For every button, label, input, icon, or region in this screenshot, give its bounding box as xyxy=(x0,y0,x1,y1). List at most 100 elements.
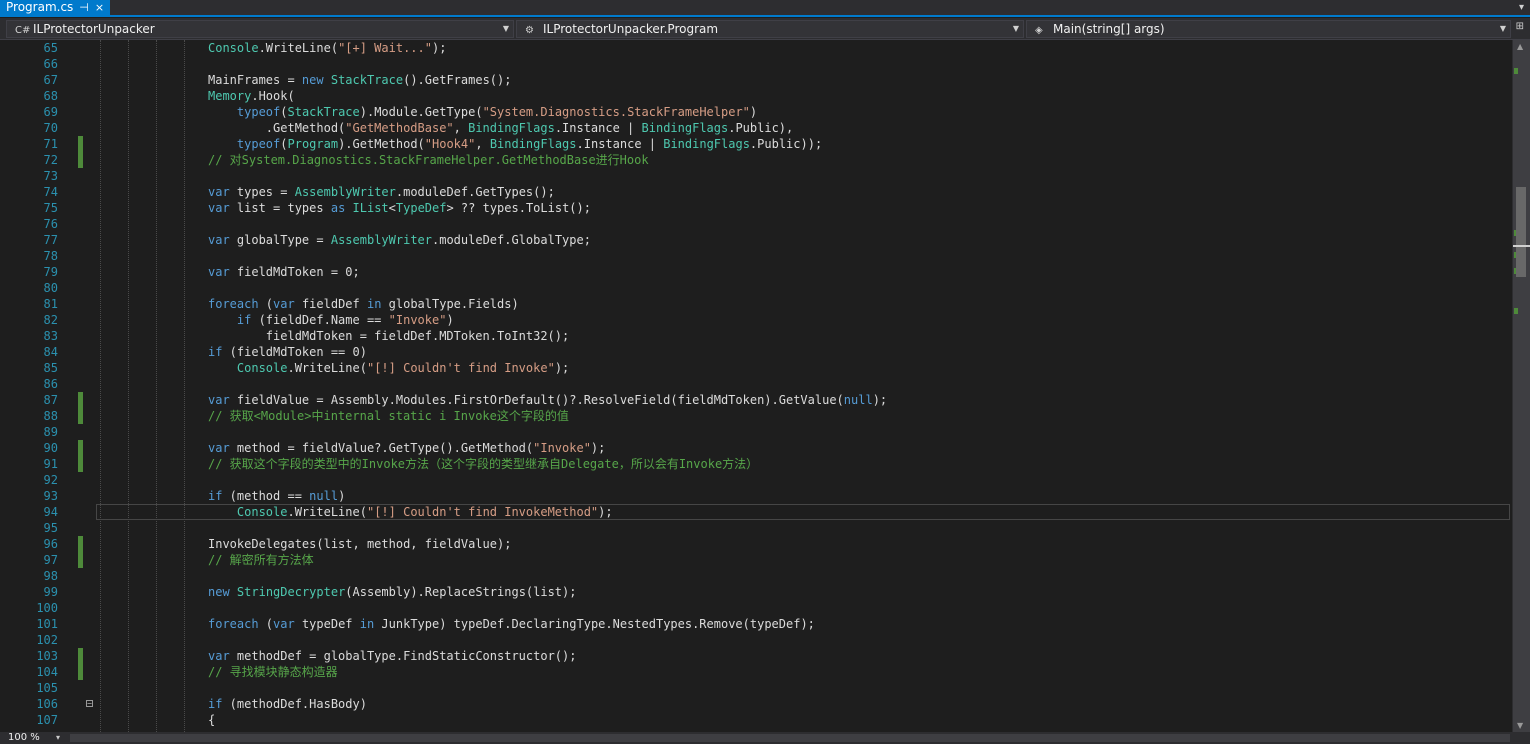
code-text: var methodDef = globalType.FindStaticCon… xyxy=(208,649,577,663)
code-line[interactable]: 90 var method = fieldValue?.GetType().Get… xyxy=(0,440,1512,456)
member-dropdown[interactable]: ◈ Main(string[] args) ▼ xyxy=(1026,20,1511,38)
line-number: 80 xyxy=(43,281,58,295)
line-number: 105 xyxy=(36,681,58,695)
class-dropdown[interactable]: ⚙ ILProtectorUnpacker.Program ▼ xyxy=(516,20,1024,38)
chevron-down-icon[interactable]: ▾ xyxy=(56,732,60,744)
tab-program-cs[interactable]: Program.cs ⊣ × xyxy=(0,0,111,15)
code-line[interactable]: 107 { xyxy=(0,712,1512,728)
code-line[interactable]: 74 var types = AssemblyWriter.moduleDef.G… xyxy=(0,184,1512,200)
scroll-thumb[interactable] xyxy=(1516,187,1526,277)
split-icon[interactable]: ⊞ xyxy=(1516,21,1524,32)
line-number: 83 xyxy=(43,329,58,343)
code-line[interactable]: 81 foreach (var fieldDef in globalType.Fi… xyxy=(0,296,1512,312)
code-line[interactable]: 76 xyxy=(0,216,1512,232)
line-number: 104 xyxy=(36,665,58,679)
code-text: var fieldValue = Assembly.Modules.FirstO… xyxy=(208,393,888,407)
code-text: .GetMethod("GetMethodBase", BindingFlags… xyxy=(208,121,794,135)
code-line[interactable]: 92 xyxy=(0,472,1512,488)
code-text: { xyxy=(208,713,216,727)
code-text: typeof(StackTrace).Module.GetType("Syste… xyxy=(236,105,758,119)
code-line[interactable]: 69 typeof(StackTrace).Module.GetType("Sy… xyxy=(0,104,1512,120)
code-line[interactable]: 106 − if (methodDef.HasBody) xyxy=(0,696,1512,712)
code-line[interactable]: 100 xyxy=(0,600,1512,616)
code-line[interactable]: 75 var list = types as IList<TypeDef> ?? … xyxy=(0,200,1512,216)
code-editor[interactable]: 65 Console.WriteLine("[+] Wait..."); 66 67 M… xyxy=(0,40,1512,732)
code-line[interactable]: 66 xyxy=(0,56,1512,72)
code-line[interactable]: 87 var fieldValue = Assembly.Modules.Firs… xyxy=(0,392,1512,408)
code-line[interactable]: 88 // 获取<Module>中internal static i Invoke… xyxy=(0,408,1512,424)
line-number: 81 xyxy=(43,297,58,311)
zoom-level[interactable]: 100 % xyxy=(8,732,40,744)
line-number: 73 xyxy=(43,169,58,183)
code-text: var fieldMdToken = 0; xyxy=(208,265,360,279)
code-text: Memory.Hook( xyxy=(208,89,295,103)
code-line[interactable]: 72 // 对System.Diagnostics.StackFrameHelpe… xyxy=(0,152,1512,168)
code-text: // 获取这个字段的类型中的Invoke方法（这个字段的类型继承自Delegat… xyxy=(208,457,759,471)
line-number: 82 xyxy=(43,313,58,327)
code-line[interactable]: 105 xyxy=(0,680,1512,696)
code-line[interactable]: 104 // 寻找模块静态构造器 xyxy=(0,664,1512,680)
code-line[interactable]: 91 // 获取这个字段的类型中的Invoke方法（这个字段的类型继承自Deleg… xyxy=(0,456,1512,472)
code-line[interactable]: 103 var methodDef = globalType.FindStatic… xyxy=(0,648,1512,664)
code-line[interactable]: 83 fieldMdToken = fieldDef.MDToken.ToInt… xyxy=(0,328,1512,344)
scroll-up-icon[interactable]: ▲ xyxy=(1517,42,1523,51)
vertical-scrollbar[interactable]: ▲ ▼ xyxy=(1512,40,1530,732)
member-label: Main(string[] args) xyxy=(1053,22,1165,36)
code-line[interactable]: 86 xyxy=(0,376,1512,392)
code-line[interactable]: 85 Console.WriteLine("[!] Couldn't find … xyxy=(0,360,1512,376)
close-icon[interactable]: × xyxy=(95,0,104,15)
line-number: 65 xyxy=(43,41,58,55)
line-number: 92 xyxy=(43,473,58,487)
code-text: foreach (var fieldDef in globalType.Fiel… xyxy=(208,297,519,311)
line-number: 96 xyxy=(43,537,58,551)
code-text: if (methodDef.HasBody) xyxy=(208,697,367,711)
code-line[interactable]: 96 InvokeDelegates(list, method, fieldVal… xyxy=(0,536,1512,552)
change-indicator xyxy=(78,536,83,552)
code-text: // 对System.Diagnostics.StackFrameHelper.… xyxy=(208,153,649,167)
chevron-down-icon: ▼ xyxy=(1012,24,1019,33)
project-dropdown[interactable]: C# ILProtectorUnpacker ▼ xyxy=(6,20,514,38)
chevron-down-icon[interactable]: ▾ xyxy=(1519,0,1524,15)
code-line[interactable]: 97 // 解密所有方法体 xyxy=(0,552,1512,568)
class-icon: ⚙ xyxy=(525,25,534,36)
code-line[interactable]: 77 var globalType = AssemblyWriter.module… xyxy=(0,232,1512,248)
code-line[interactable]: 94 Console.WriteLine("[!] Couldn't find … xyxy=(0,504,1512,520)
horizontal-scrollbar[interactable] xyxy=(70,734,1510,742)
code-text: if (method == null) xyxy=(208,489,346,503)
code-line[interactable]: 82 if (fieldDef.Name == "Invoke") xyxy=(0,312,1512,328)
line-number: 98 xyxy=(43,569,58,583)
code-line[interactable]: 93 if (method == null) xyxy=(0,488,1512,504)
change-indicator xyxy=(78,392,83,408)
line-number: 68 xyxy=(43,89,58,103)
change-indicator xyxy=(78,408,83,424)
code-line[interactable]: 89 xyxy=(0,424,1512,440)
code-line[interactable]: 79 var fieldMdToken = 0; xyxy=(0,264,1512,280)
collapse-icon[interactable]: − xyxy=(86,700,93,708)
code-line[interactable]: 78 xyxy=(0,248,1512,264)
code-line[interactable]: 65 Console.WriteLine("[+] Wait..."); xyxy=(0,40,1512,56)
code-line[interactable]: 99 new StringDecrypter(Assembly).ReplaceS… xyxy=(0,584,1512,600)
code-line[interactable]: 101 foreach (var typeDef in JunkType) typ… xyxy=(0,616,1512,632)
code-line[interactable]: 95 xyxy=(0,520,1512,536)
line-number: 100 xyxy=(36,601,58,615)
line-number: 94 xyxy=(43,505,58,519)
change-indicator xyxy=(78,456,83,472)
line-number: 70 xyxy=(43,121,58,135)
code-line[interactable]: 84 if (fieldMdToken == 0) xyxy=(0,344,1512,360)
scroll-down-icon[interactable]: ▼ xyxy=(1517,721,1523,730)
pin-icon[interactable]: ⊣ xyxy=(79,0,89,15)
code-text: Console.WriteLine("[!] Couldn't find Inv… xyxy=(236,505,613,519)
code-line[interactable]: 70 .GetMethod("GetMethodBase", BindingFl… xyxy=(0,120,1512,136)
line-number: 93 xyxy=(43,489,58,503)
code-line[interactable]: 80 xyxy=(0,280,1512,296)
code-text: Console.WriteLine("[+] Wait..."); xyxy=(208,41,447,55)
code-text: // 获取<Module>中internal static i Invoke这个… xyxy=(208,409,569,423)
code-line[interactable]: 102 xyxy=(0,632,1512,648)
code-line[interactable]: 67 MainFrames = new StackTrace().GetFrame… xyxy=(0,72,1512,88)
code-line[interactable]: 68 Memory.Hook( xyxy=(0,88,1512,104)
code-text: Console.WriteLine("[!] Couldn't find Inv… xyxy=(236,361,570,375)
code-line[interactable]: 98 xyxy=(0,568,1512,584)
code-line[interactable]: 73 xyxy=(0,168,1512,184)
class-label: ILProtectorUnpacker.Program xyxy=(543,22,719,36)
code-line[interactable]: 71 typeof(Program).GetMethod("Hook4", Bi… xyxy=(0,136,1512,152)
